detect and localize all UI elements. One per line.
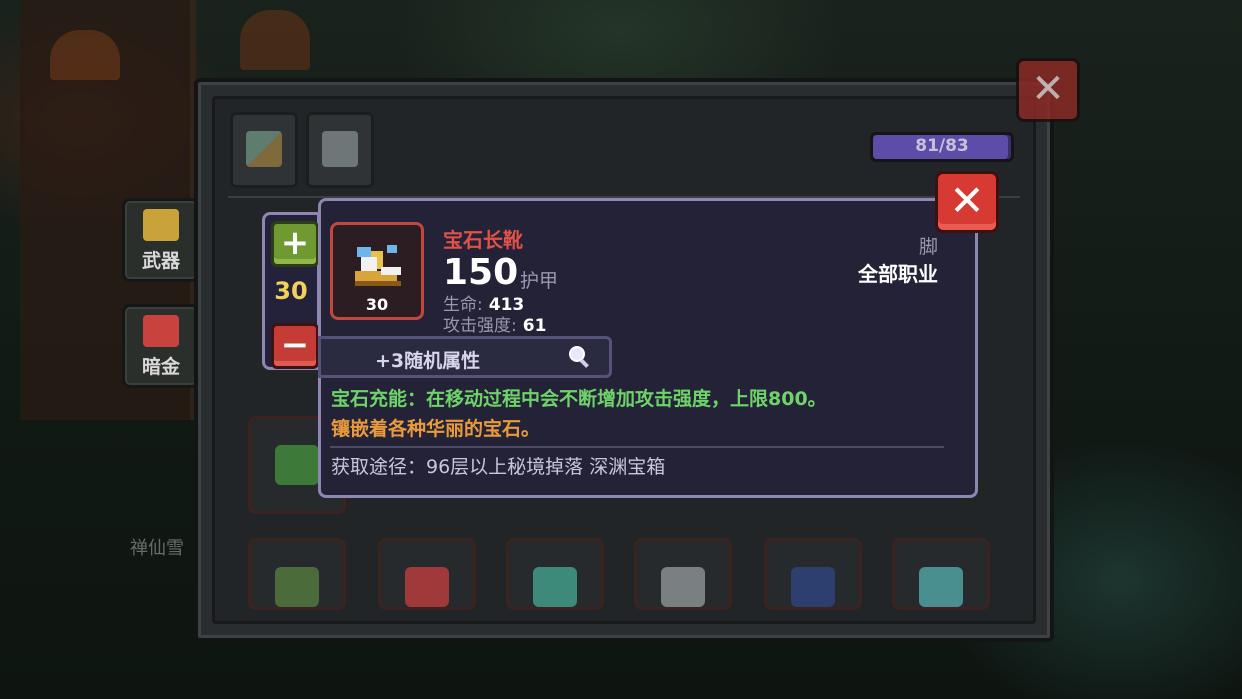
quantity-plus-button[interactable]: + [271,221,319,267]
item-flavor-text: 镶嵌着各种华丽的宝石。 [331,418,541,440]
side-button-dark-gold[interactable]: 暗金 [122,304,200,388]
robe-icon [791,567,835,607]
armor-icon [322,131,358,167]
tooltip-close-button[interactable]: ✕ [935,171,999,233]
background-lantern [240,10,310,70]
amulet-icon [275,445,319,485]
tab-equipment[interactable] [306,112,374,188]
item-name: 宝石长靴 [443,228,523,252]
item-source-text: 获取途径：96层以上秘境掉落 深渊宝箱 [331,456,666,478]
quantity-value: 30 [274,277,308,305]
item-class-requirement: 全部职业 [858,262,938,286]
gem-cluster-icon [533,567,577,607]
inventory-slot[interactable] [634,538,732,610]
armor-value: 150 [443,252,519,293]
side-button-weapon[interactable]: 武器 [122,198,200,282]
inventory-slot[interactable] [248,538,346,610]
helmet-icon [405,567,449,607]
inventory-slot[interactable] [378,538,476,610]
capacity-bar: 81/83 [870,132,1014,162]
boots-icon [355,245,401,286]
item-effect-text: 宝石充能：在移动过程中会不断增加攻击强度，上限800。 [331,388,827,410]
dark-gold-icon [143,315,179,347]
stat-value: 61 [522,316,547,336]
armor-label: 护甲 [520,270,559,292]
quantity-minus-button[interactable]: − [271,323,319,369]
window-close-button[interactable]: ✕ [1016,58,1080,122]
vest-icon [919,567,963,607]
side-button-dark-gold-label: 暗金 [141,356,180,378]
tab-bag[interactable] [230,112,298,188]
character-name-label: 禅仙雪 [130,538,184,559]
random-attributes-bar[interactable]: +3随机属性 [318,336,612,378]
inventory-slot[interactable] [506,538,604,610]
capacity-text: 81/83 [915,136,969,156]
crystal-icon [661,567,705,607]
side-button-weapon-label: 武器 [141,250,180,272]
quantity-stepper: + 30 − [262,212,320,370]
weapon-icon [143,209,179,241]
stat-label: 攻击强度: [443,316,517,336]
item-icon-frame: 30 [330,222,424,320]
magnifier-icon[interactable] [567,344,593,370]
item-slot-type: 脚 [918,236,938,258]
tooltip-divider [330,446,944,448]
inventory-slot[interactable] [764,538,862,610]
inventory-slot[interactable] [892,538,990,610]
potion-icon [275,567,319,607]
grid-icon [246,131,282,167]
stat-row-attack: 攻击强度: 61 [443,311,546,336]
random-attributes-label: +3随机属性 [375,350,481,372]
item-level: 30 [365,295,389,314]
